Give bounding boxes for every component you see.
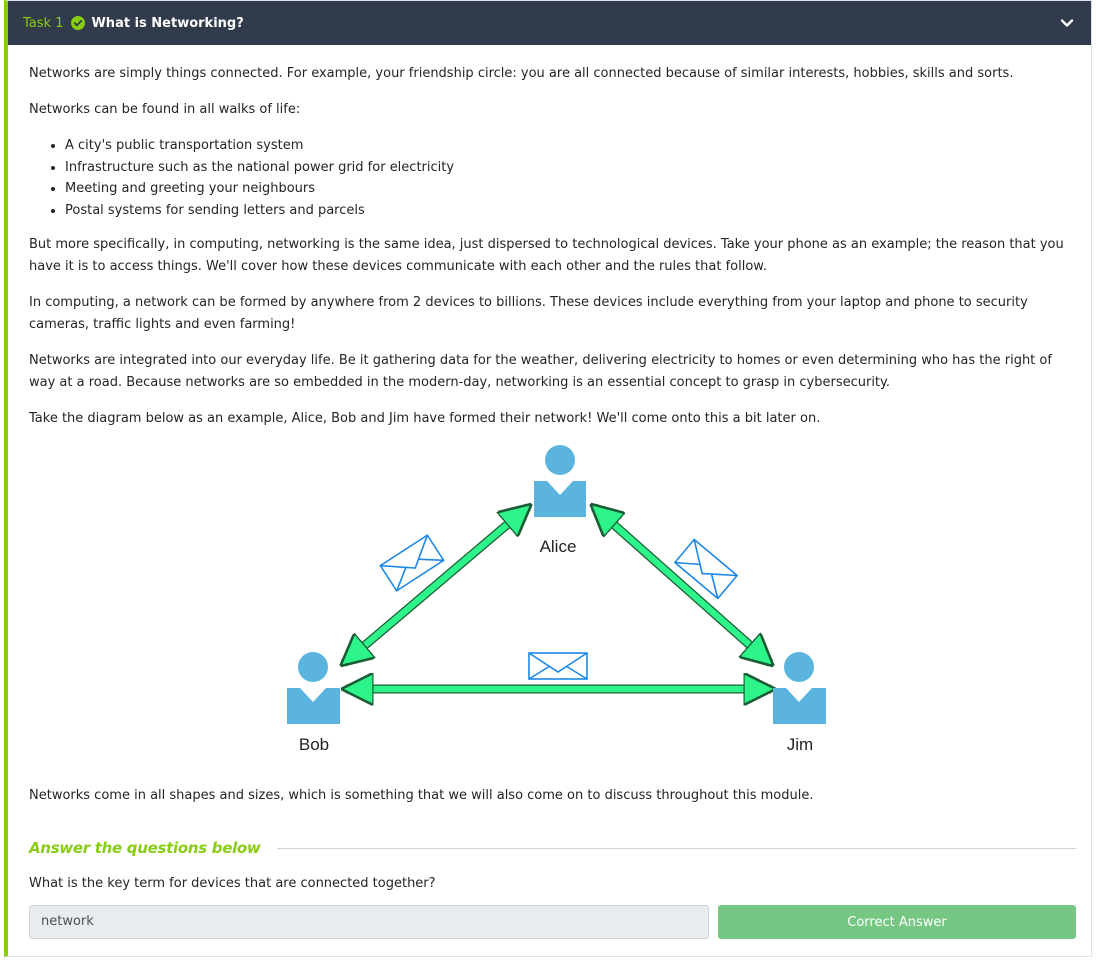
list-item: A city's public transportation system [65,135,1079,157]
answer-input[interactable]: network [29,905,709,939]
task-card: Task 1 What is Networking? Networks are … [4,0,1092,957]
alice-jim-link [594,507,770,663]
closing-paragraph: Networks come in all shapes and sizes, w… [29,788,814,803]
bob-label: Bob [299,735,329,754]
check-circle-icon [71,16,86,30]
computing-paragraph: But more specifically, in computing, net… [29,236,1064,274]
task-header[interactable]: Task 1 What is Networking? [8,1,1091,45]
task-content: Networks are simply things connected. Fo… [29,63,1079,444]
task-number: Task 1 [23,15,64,31]
questions-heading-text: Answer the questions below [29,839,261,857]
envelope-icon [528,652,588,680]
heading-divider [276,847,1076,849]
everyday-life-paragraph: Networks are integrated into our everyda… [29,352,1052,390]
question-text: What is the key term for devices that ar… [29,876,436,891]
list-item: Meeting and greeting your neighbours [65,178,1079,200]
jim-person-icon [773,652,826,724]
devices-paragraph: In computing, a network can be formed by… [29,294,1028,332]
list-item: Postal systems for sending letters and p… [65,200,1079,222]
questions-heading: Answer the questions below [29,837,1076,859]
network-diagram: Alice Bob Jim [287,445,826,754]
diagram-intro-paragraph: Take the diagram below as an example, Al… [29,410,821,426]
list-item: Infrastructure such as the national powe… [65,157,1079,179]
correct-answer-button[interactable]: Correct Answer [718,905,1076,939]
examples-list: A city's public transportation system In… [29,135,1079,222]
jim-label: Jim [787,735,813,754]
alice-person-icon [534,445,586,517]
bob-person-icon [287,652,340,724]
chevron-down-icon[interactable] [1059,15,1075,31]
alice-bob-link [344,507,528,663]
task-title: What is Networking? [91,15,244,31]
alice-label: Alice [540,537,577,556]
walks-of-life-paragraph: Networks can be found in all walks of li… [29,102,301,117]
intro-paragraph: Networks are simply things connected. Fo… [29,66,1014,81]
